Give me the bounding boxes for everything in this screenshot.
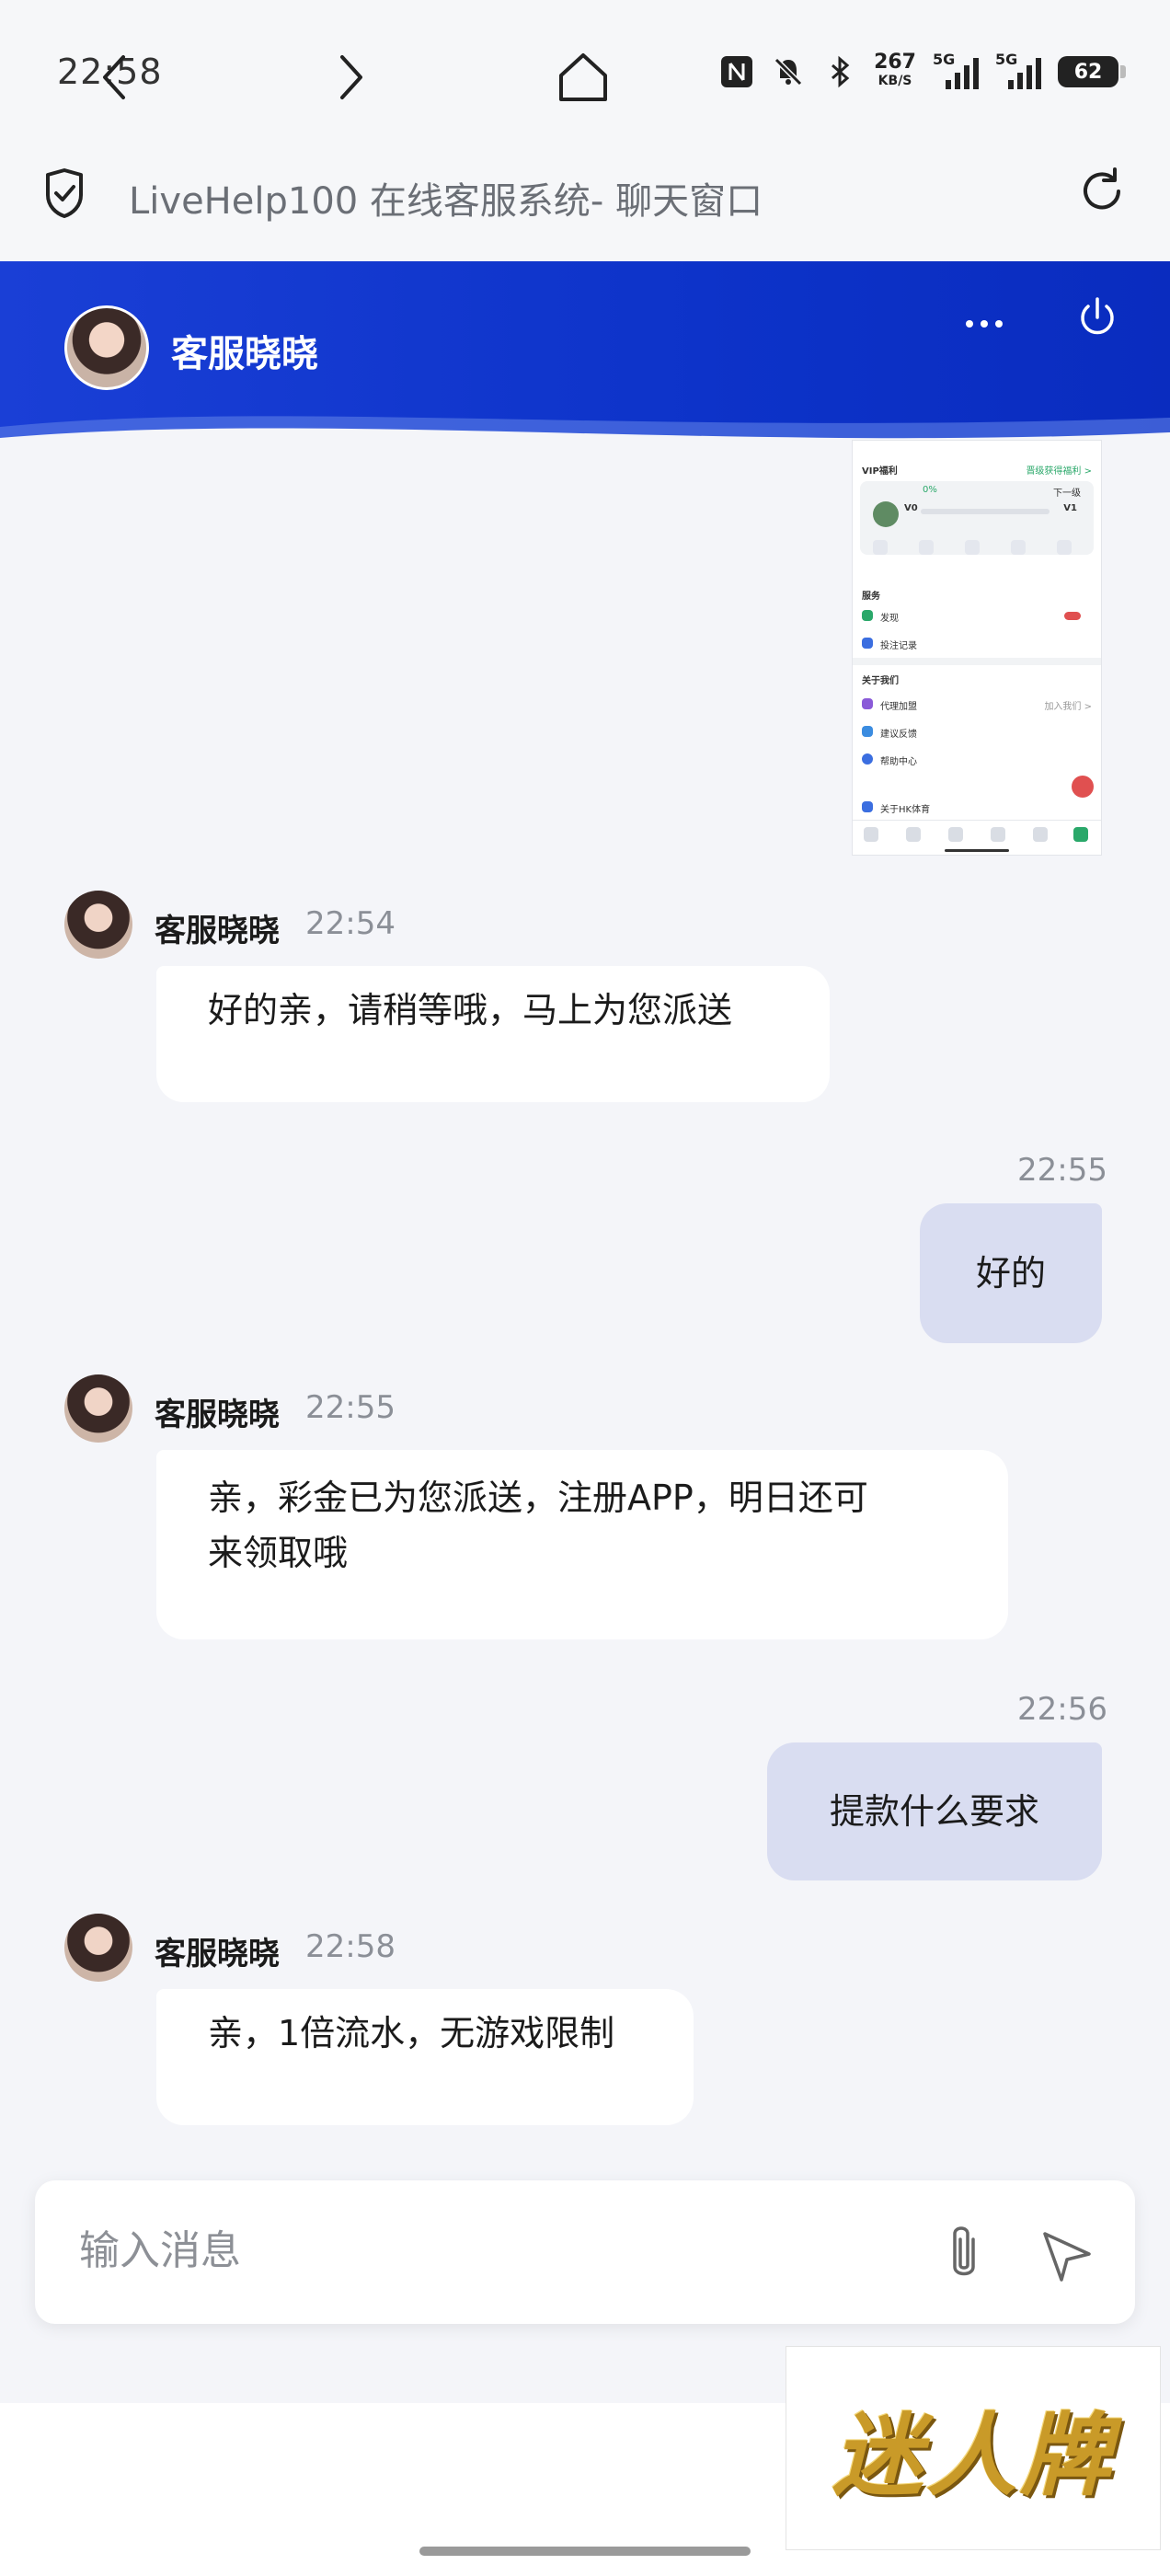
nfc-icon — [721, 56, 753, 87]
message-composer — [35, 2180, 1135, 2324]
net-speed: 267 KB/S — [874, 51, 916, 90]
incoming-message: 亲，彩金已为您派送，注册APP，明日还可 来领取哦 — [156, 1450, 1008, 1639]
ss-section-service: 服务 — [862, 592, 880, 602]
mute-bell-icon — [774, 57, 803, 86]
msg-line: 亲，彩金已为您派送，注册APP，明日还可 — [208, 1478, 868, 1518]
signal-1-label: 5G — [933, 51, 956, 68]
agent-avatar-msg — [64, 1374, 132, 1443]
outgoing-message: 好的 — [920, 1203, 1102, 1343]
msg-time: 22:58 — [305, 1928, 396, 1965]
ss-item-records: 投注记录 — [880, 641, 917, 651]
ss-item-help: 帮助中心 — [880, 757, 917, 767]
gesture-home-indicator[interactable] — [419, 2547, 751, 2556]
ss-badge-icon — [873, 501, 899, 527]
agent-avatar — [64, 305, 149, 390]
power-icon[interactable] — [1074, 294, 1120, 340]
agent-avatar-msg — [64, 1914, 132, 1982]
signal-2-label: 5G — [995, 51, 1018, 68]
signal-1-icon: 5G — [933, 51, 979, 89]
chat-header: 客服晓晓 — [0, 261, 1170, 454]
ss-vip-link: 晋级获得福利 > — [1026, 466, 1092, 477]
shared-app-screenshot[interactable]: VIP福利 晋级获得福利 > 0% V0 下一级 V1 服务 发现 投注记录 关… — [852, 440, 1102, 856]
send-icon[interactable] — [1038, 2226, 1096, 2285]
back-icon[interactable] — [83, 44, 149, 110]
agent-name: 客服晓晓 — [171, 333, 318, 375]
net-speed-unit: KB/S — [878, 74, 912, 88]
forward-icon[interactable] — [316, 44, 383, 110]
ss-level-from: V0 — [904, 503, 918, 513]
ss-progress: 0% — [923, 485, 937, 495]
msg-sender: 客服晓晓 — [155, 1936, 280, 1972]
msg-time: 22:54 — [305, 905, 396, 942]
ss-item-feedback: 建议反馈 — [880, 730, 917, 740]
ss-item-agent-right: 加入我们 > — [1044, 702, 1092, 712]
reload-icon[interactable] — [1076, 166, 1128, 217]
net-speed-value: 267 — [874, 51, 916, 74]
msg-time: 22:55 — [305, 1389, 396, 1426]
ss-item-agent: 代理加盟 — [880, 702, 917, 712]
battery-icon: 62 — [1058, 56, 1126, 87]
signal-2-icon: 5G — [995, 51, 1041, 89]
ss-section-about: 关于我们 — [862, 676, 899, 686]
ss-item-discover: 发现 — [880, 614, 899, 624]
watermark-logo: 迷人牌 — [786, 2346, 1161, 2550]
ss-level-to: V1 — [1063, 503, 1077, 513]
status-icons: 267 KB/S 5G 5G 62 — [719, 51, 1126, 90]
shield-check-icon[interactable] — [42, 167, 86, 219]
msg-sender: 客服晓晓 — [155, 1397, 280, 1433]
page-title[interactable]: LiveHelp100 在线客服系统- 聊天窗口 — [129, 171, 763, 224]
msg-line: 来领取哦 — [208, 1533, 349, 1573]
more-options-icon[interactable] — [966, 313, 1012, 335]
attachment-icon[interactable] — [936, 2221, 992, 2285]
watermark-text: 迷人牌 — [832, 2403, 1114, 2509]
message-input[interactable] — [79, 2221, 907, 2280]
agent-avatar-msg — [64, 891, 132, 959]
ss-next-level: 下一级 — [1053, 489, 1081, 499]
ss-vip-label: VIP福利 — [862, 466, 898, 477]
msg-time: 22:55 — [1017, 1152, 1107, 1189]
incoming-message: 好的亲，请稍等哦，马上为您派送 — [156, 966, 830, 1102]
home-icon[interactable] — [550, 44, 616, 110]
msg-time: 22:56 — [1017, 1691, 1107, 1728]
msg-sender: 客服晓晓 — [155, 913, 280, 949]
incoming-message: 亲，1倍流水，无游戏限制 — [156, 1989, 694, 2125]
outgoing-message: 提款什么要求 — [767, 1742, 1102, 1880]
bluetooth-icon — [832, 55, 850, 88]
ss-item-about-hk: 关于HK体育 — [880, 805, 931, 815]
